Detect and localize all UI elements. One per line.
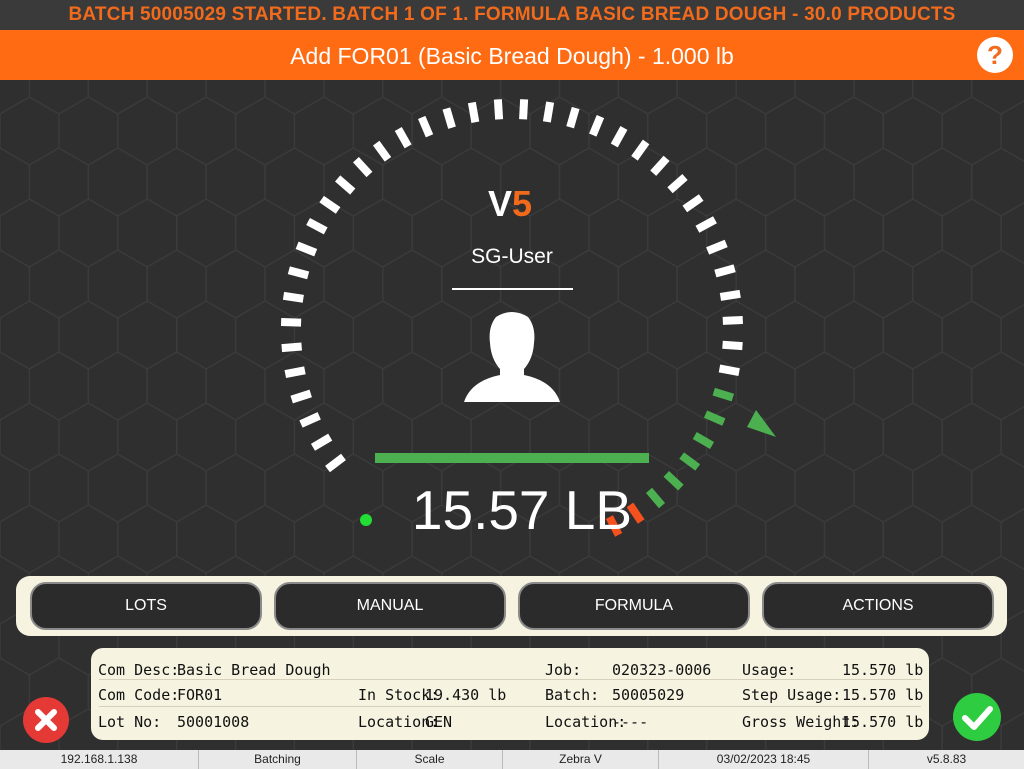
lot-no-label: Lot No: <box>98 713 162 731</box>
usage-value: 15.570 lb <box>842 661 924 679</box>
ingredient-info-card: Com Desc: Basic Bread Dough Com Code: FO… <box>91 648 929 740</box>
job-label: Job: <box>545 661 582 679</box>
status-device: Scale <box>356 750 502 769</box>
com-code-label: Com Code: <box>98 686 180 704</box>
gauge-tick <box>718 364 740 377</box>
close-icon <box>35 709 57 731</box>
confirm-button[interactable] <box>953 693 1001 741</box>
batch-status-banner: BATCH 50005029 STARTED. BATCH 1 OF 1. FO… <box>0 0 1024 30</box>
user-name: SG-User <box>471 245 553 268</box>
gauge-tick <box>695 216 717 233</box>
gauge-tick <box>287 266 310 280</box>
gauge-tick <box>319 195 341 214</box>
user-avatar-icon <box>464 312 560 402</box>
gauge-tick <box>519 99 529 120</box>
gauge-tick <box>310 433 333 451</box>
cancel-button[interactable] <box>23 697 69 743</box>
status-printer: Zebra V <box>502 750 658 769</box>
gauge-tick <box>372 140 392 162</box>
gauge-tick <box>299 412 321 428</box>
lots-button[interactable]: LOTS <box>30 582 262 630</box>
gauge-tick <box>352 157 373 178</box>
gauge-tick <box>282 291 304 303</box>
gauge-tick <box>306 217 328 235</box>
gauge-tick <box>722 315 743 325</box>
gauge-tick <box>679 452 701 471</box>
usage-label: Usage: <box>742 661 797 679</box>
gauge-tick <box>418 115 434 138</box>
gauge-tick <box>667 173 688 194</box>
gauge-tick <box>284 366 306 379</box>
gauge-tick <box>295 241 318 257</box>
status-datetime: 03/02/2023 18:45 <box>658 750 868 769</box>
status-version: v5.8.83 <box>868 750 1024 769</box>
com-desc-value: Basic Bread Dough <box>177 661 331 679</box>
location2-value: ---- <box>612 713 649 731</box>
step-title: Add FOR01 (Basic Bread Dough) - 1.000 lb <box>290 43 734 69</box>
gauge-tick <box>610 126 628 148</box>
status-ip: 192.168.1.138 <box>60 752 138 766</box>
status-mode: Batching <box>198 750 356 769</box>
gauge-tick <box>631 139 650 161</box>
actions-button[interactable]: ACTIONS <box>762 582 994 630</box>
checkmark-icon <box>962 706 993 730</box>
gauge-tick <box>589 115 605 137</box>
gauge-tick <box>493 99 504 120</box>
job-value: 020323-0006 <box>612 661 712 679</box>
step-usage-value: 15.570 lb <box>842 686 924 704</box>
batch-label: Batch: <box>545 686 600 704</box>
gauge-tick <box>394 127 412 149</box>
gauge-tick <box>335 175 356 195</box>
gauge-start-dot <box>360 514 372 526</box>
gauge-tick <box>290 389 312 404</box>
manual-button[interactable]: MANUAL <box>274 582 506 630</box>
gauge-tick <box>719 289 741 301</box>
gauge-tick <box>280 317 302 327</box>
target-pointer-icon <box>747 410 776 437</box>
location-value: GEN <box>425 713 453 731</box>
gross-weight-value: 15.570 lb <box>842 713 924 731</box>
user-divider <box>452 288 573 290</box>
gauge-tick <box>703 410 726 426</box>
target-progress-bar <box>375 453 649 463</box>
gauge-tick <box>467 101 480 123</box>
step-header: Add FOR01 (Basic Bread Dough) - 1.000 lb <box>0 30 1024 80</box>
gauge-tick <box>714 264 736 278</box>
com-desc-label: Com Desc: <box>98 661 180 679</box>
weight-readout: 15.57 LB <box>411 479 633 541</box>
gauge-tick <box>542 101 555 123</box>
gauge-tick <box>442 107 456 129</box>
gauge-tick <box>566 106 580 129</box>
batch-value: 50005029 <box>612 686 685 704</box>
gauge-tick <box>712 387 735 402</box>
gauge-tick <box>325 453 346 473</box>
lot-no-value: 50001008 <box>177 713 250 731</box>
step-usage-label: Step Usage: <box>742 686 842 704</box>
gauge-tick <box>682 194 704 213</box>
help-button[interactable]: ? <box>977 37 1013 73</box>
gauge-tick <box>722 340 743 351</box>
formula-button[interactable]: FORMULA <box>518 582 750 630</box>
gauge-tick <box>281 342 302 353</box>
v5-logo: V5 <box>487 183 533 224</box>
in-stock-value: 19.430 lb <box>425 686 507 704</box>
gauge-tick <box>692 432 715 449</box>
com-code-value: FOR01 <box>177 686 223 704</box>
gauge-tick <box>650 155 670 176</box>
gauge-tick <box>706 239 728 255</box>
